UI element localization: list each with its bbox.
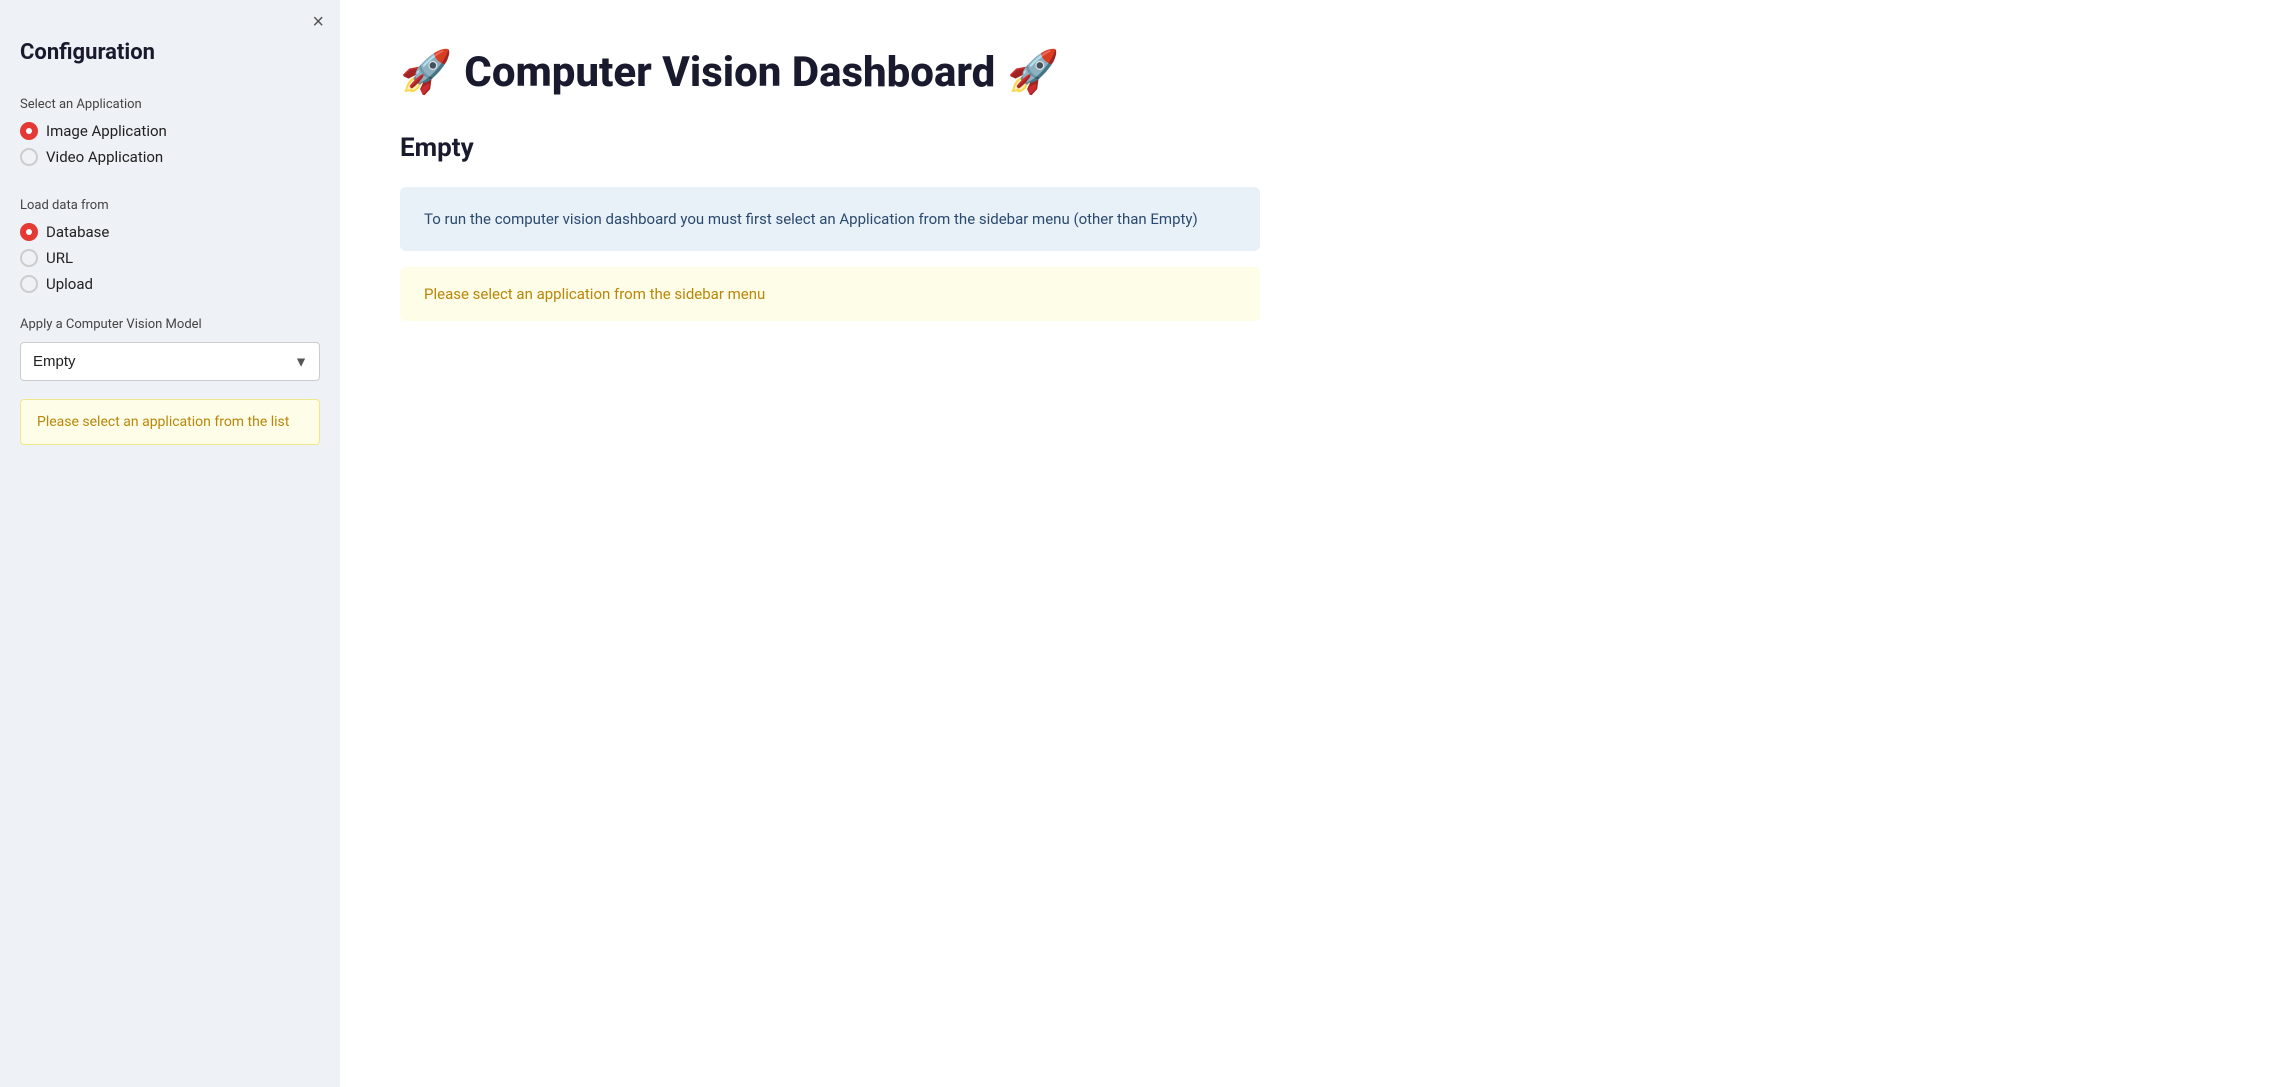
main-title: 🚀 Computer Vision Dashboard 🚀 xyxy=(400,48,2229,97)
radio-upload[interactable] xyxy=(20,275,38,293)
radio-upload-label: Upload xyxy=(46,275,93,293)
main-content: 🚀 Computer Vision Dashboard 🚀 Empty To r… xyxy=(340,0,2289,1087)
radio-item-upload[interactable]: Upload xyxy=(20,275,320,293)
radio-url[interactable] xyxy=(20,249,38,267)
sidebar-warning-box: Please select an application from the li… xyxy=(20,399,320,445)
info-box: To run the computer vision dashboard you… xyxy=(400,187,1260,251)
radio-item-image[interactable]: Image Application xyxy=(20,122,320,140)
model-select[interactable]: Empty xyxy=(20,342,320,381)
sidebar: × Configuration Select an Application Im… xyxy=(0,0,340,1087)
radio-image[interactable] xyxy=(20,122,38,140)
load-data-label: Load data from xyxy=(20,198,320,213)
load-data-radio-group: Database URL Upload xyxy=(20,223,320,293)
main-warning-box: Please select an application from the si… xyxy=(400,267,1260,321)
model-dropdown-wrapper: Empty ▼ xyxy=(20,342,320,381)
app-radio-group: Image Application Video Application xyxy=(20,122,320,166)
radio-database-label: Database xyxy=(46,223,109,241)
radio-image-label: Image Application xyxy=(46,122,167,140)
radio-item-video[interactable]: Video Application xyxy=(20,148,320,166)
title-prefix-icon: 🚀 xyxy=(400,48,452,97)
section-heading: Empty xyxy=(400,133,2229,163)
radio-database[interactable] xyxy=(20,223,38,241)
radio-item-database[interactable]: Database xyxy=(20,223,320,241)
model-label: Apply a Computer Vision Model xyxy=(20,317,320,332)
sidebar-title: Configuration xyxy=(20,40,320,65)
main-warning-text: Please select an application from the si… xyxy=(424,285,765,303)
title-suffix-icon: 🚀 xyxy=(1007,48,1059,97)
load-data-section: Load data from Database URL Upload xyxy=(20,194,320,313)
radio-video[interactable] xyxy=(20,148,38,166)
close-button[interactable]: × xyxy=(312,12,324,32)
radio-url-label: URL xyxy=(46,249,73,267)
radio-item-url[interactable]: URL xyxy=(20,249,320,267)
info-box-text: To run the computer vision dashboard you… xyxy=(424,210,1198,228)
title-text: Computer Vision Dashboard xyxy=(464,48,995,97)
select-app-label: Select an Application xyxy=(20,97,320,112)
radio-video-label: Video Application xyxy=(46,148,163,166)
sidebar-warning-text: Please select an application from the li… xyxy=(37,414,289,430)
